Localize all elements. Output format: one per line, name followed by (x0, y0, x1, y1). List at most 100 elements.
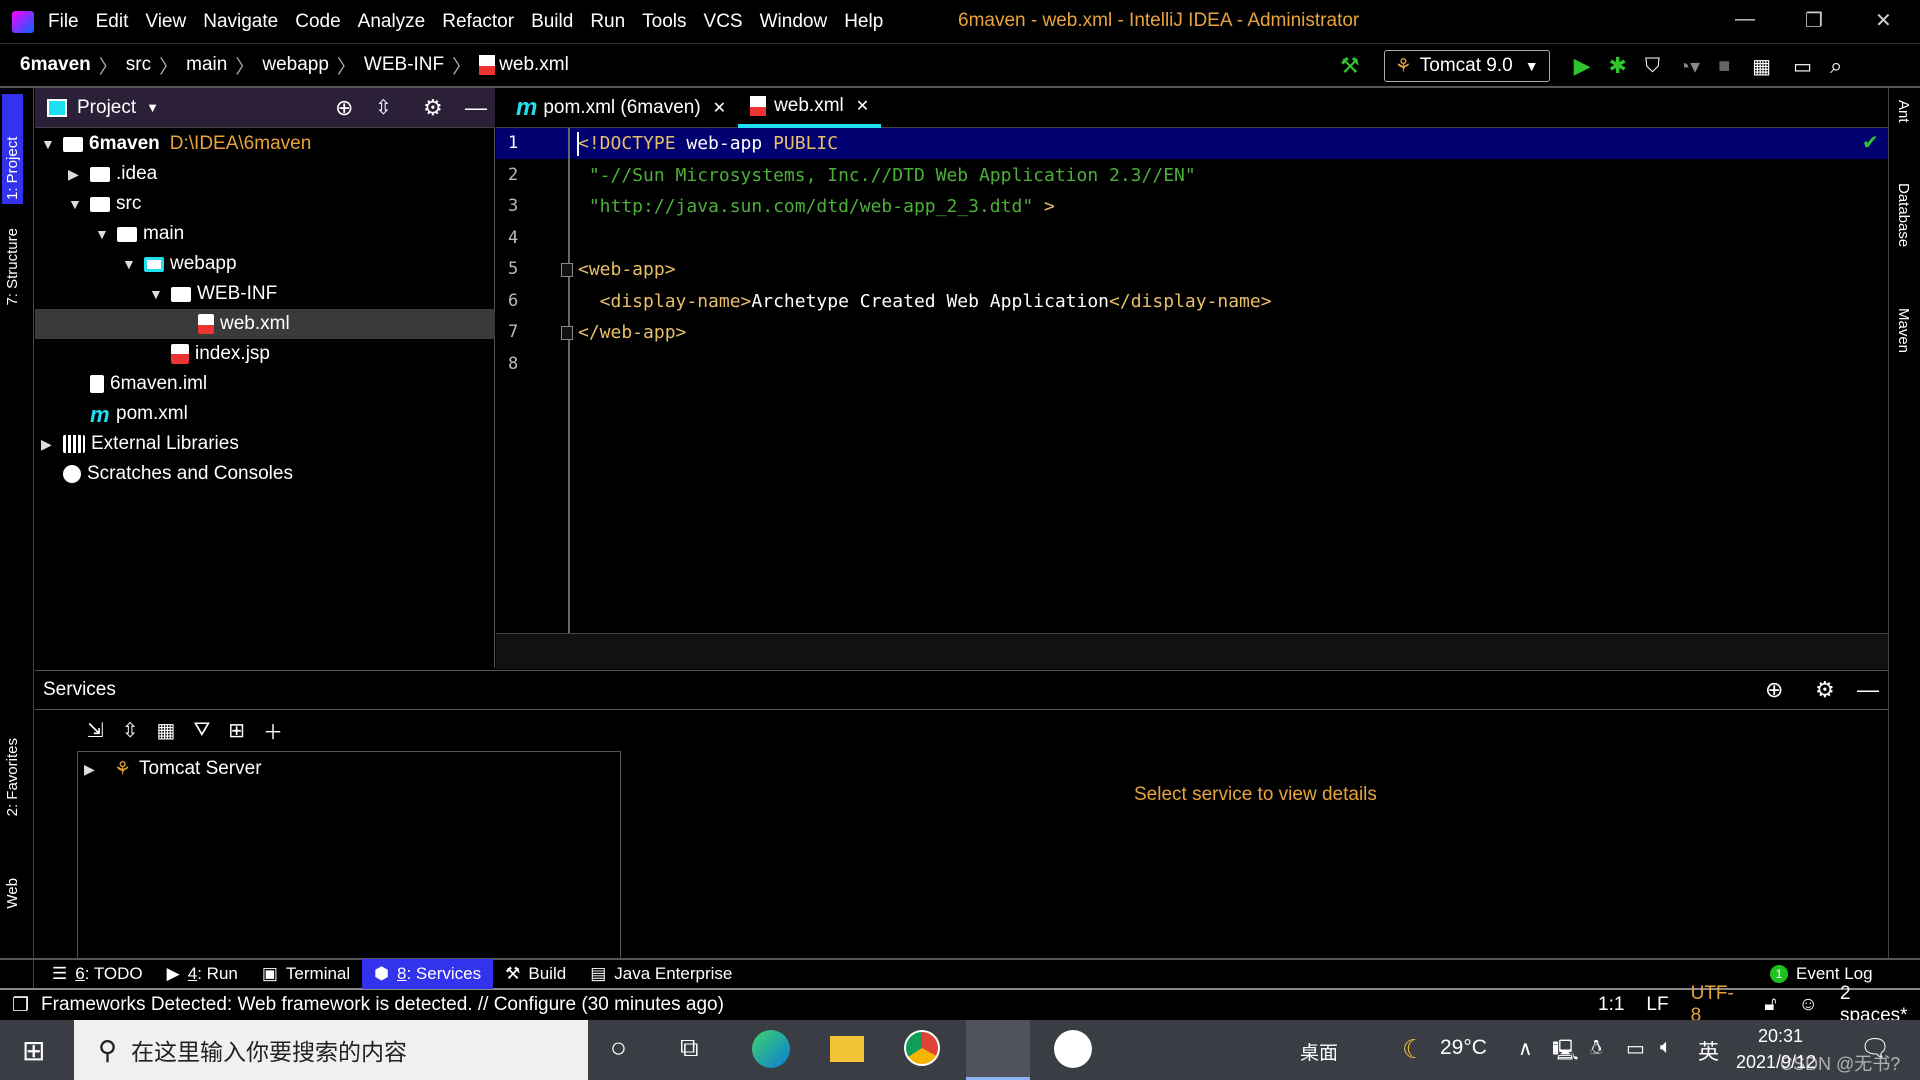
tree-item--idea[interactable]: ▶ .idea (35, 159, 495, 189)
stop-icon[interactable]: ■ (1718, 55, 1730, 78)
menu-help[interactable]: Help (844, 11, 883, 33)
weather-text[interactable]: 29°C (1440, 1036, 1487, 1060)
restore-button[interactable]: ❐ (1805, 8, 1823, 33)
tool-window-services[interactable]: ⬢ 8: Services (362, 959, 494, 989)
coverage-icon[interactable]: ⛉ (1645, 55, 1660, 78)
breadcrumb-item[interactable]: 6maven (20, 54, 91, 76)
stripe-favorites[interactable]: 2: Favorites (4, 738, 21, 816)
chevron-down-icon[interactable]: ▼ (146, 100, 159, 115)
gear-icon[interactable]: ⚙ (1815, 677, 1835, 703)
tab-pom-xml[interactable]: m pom.xml (6maven) ✕ (504, 88, 738, 128)
locate-icon[interactable]: ⊕ (335, 95, 353, 121)
windows-start-icon[interactable]: ⊞ (22, 1034, 45, 1067)
close-tab-icon[interactable]: ✕ (856, 96, 869, 116)
build-hammer-icon[interactable]: ⚒ (1340, 53, 1360, 79)
fold-marker-icon[interactable] (561, 263, 573, 277)
breadcrumb-item[interactable]: main (186, 54, 227, 76)
inspector-icon[interactable]: ☺ (1799, 994, 1818, 1016)
battery-icon[interactable]: ▭ (1626, 1036, 1645, 1061)
line-separator[interactable]: LF (1646, 994, 1668, 1016)
collapse-all-icon[interactable]: ⇳ (375, 95, 392, 120)
new-tab-icon[interactable]: ⊞ (228, 718, 245, 743)
code-editor[interactable]: <!DOCTYPE web-app PUBLIC "-//Sun Microsy… (561, 128, 1888, 633)
menu-file[interactable]: File (48, 11, 79, 33)
status-message[interactable]: Frameworks Detected: Web framework is de… (41, 994, 724, 1016)
tool-window-terminal[interactable]: ▣ Terminal (250, 959, 362, 989)
desktop-toolbar[interactable]: 桌面 (1300, 1038, 1338, 1065)
caret-position[interactable]: 1:1 (1598, 994, 1624, 1016)
tray-chevron-icon[interactable]: ∧ (1518, 1036, 1533, 1061)
expand-arrow-icon[interactable]: ▶ (84, 761, 106, 778)
tree-item-tomcat-server[interactable]: ▶ ⚘ Tomcat Server (84, 754, 262, 784)
menu-view[interactable]: View (145, 11, 186, 33)
app-taskbar-icon[interactable] (1054, 1030, 1092, 1068)
collapse-all-icon[interactable]: ⇳ (122, 718, 139, 743)
tree-item-web-xml[interactable]: web.xml (35, 309, 495, 339)
collapse-arrow-icon[interactable]: ▼ (41, 136, 63, 152)
collapse-arrow-icon[interactable]: ▼ (68, 196, 90, 212)
collapse-arrow-icon[interactable]: ▼ (149, 286, 171, 302)
hide-icon[interactable]: — (1857, 677, 1879, 703)
expand-arrow-icon[interactable]: ▶ (41, 436, 63, 453)
stripe-ant[interactable]: Ant (1895, 100, 1912, 123)
notification-icon[interactable]: 🗨︎ (1860, 1034, 1890, 1063)
ime-indicator[interactable]: 英 (1698, 1036, 1719, 1066)
chrome-icon[interactable] (904, 1030, 940, 1066)
cortana-icon[interactable]: ○ (610, 1032, 627, 1064)
menu-code[interactable]: Code (295, 11, 340, 33)
clock-time[interactable]: 20:31 (1758, 1026, 1803, 1047)
run-icon[interactable]: ▶ (1574, 53, 1591, 79)
menu-tools[interactable]: Tools (642, 11, 686, 33)
hide-icon[interactable]: — (465, 95, 487, 121)
tree-item-webapp[interactable]: ▼ webapp (35, 249, 495, 279)
volume-icon[interactable]: 🔈︎ (1660, 1036, 1672, 1059)
search-icon[interactable]: ⌕ (1830, 53, 1842, 79)
qq-icon[interactable]: 🐧︎ (1590, 1036, 1602, 1062)
expand-all-icon[interactable]: ⇲ (87, 718, 104, 743)
breadcrumb-item[interactable]: web.xml (499, 54, 569, 76)
stripe-web[interactable]: Web (4, 878, 21, 909)
tree-item-src[interactable]: ▼ src (35, 189, 495, 219)
tool-window-todo[interactable]: ☰ 6: TODO (40, 959, 155, 989)
terminal-icon[interactable]: ▭ (1793, 54, 1812, 79)
menu-refactor[interactable]: Refactor (442, 11, 514, 33)
menu-analyze[interactable]: Analyze (358, 11, 426, 33)
debug-icon[interactable]: ✱ (1609, 53, 1627, 79)
close-tab-icon[interactable]: ✕ (713, 98, 726, 118)
locate-icon[interactable]: ⊕ (1765, 677, 1783, 703)
tree-item-pom-xml[interactable]: m pom.xml (35, 399, 495, 429)
tree-item-external-libraries[interactable]: ▶ External Libraries (35, 429, 495, 459)
stripe-project[interactable]: 1: Project (2, 94, 23, 204)
horizontal-scrollbar[interactable] (496, 633, 1888, 669)
menu-edit[interactable]: Edit (96, 11, 129, 33)
project-view-selector[interactable]: Project (77, 97, 136, 119)
menu-window[interactable]: Window (760, 11, 828, 33)
menu-vcs[interactable]: VCS (704, 11, 743, 33)
edge-icon[interactable] (752, 1030, 790, 1068)
project-structure-icon[interactable]: ▦ (1752, 54, 1771, 79)
tree-item-index-jsp[interactable]: index.jsp (35, 339, 495, 369)
expand-arrow-icon[interactable]: ▶ (68, 166, 90, 183)
collapse-arrow-icon[interactable]: ▼ (95, 226, 117, 242)
group-icon[interactable]: ▦ (157, 718, 176, 743)
tree-item-6maven[interactable]: ▼ 6maven D:\IDEA\6maven (35, 129, 495, 159)
menu-navigate[interactable]: Navigate (203, 11, 278, 33)
breadcrumb-item[interactable]: src (126, 54, 151, 76)
filter-icon[interactable]: ⛛ (193, 719, 210, 742)
tool-window-run[interactable]: ▶ 4: Run (155, 959, 250, 989)
tool-window-javaenterprise[interactable]: ▤ Java Enterprise (578, 959, 744, 989)
run-config-select[interactable]: ⚘ Tomcat 9.0 ▼ (1383, 50, 1550, 82)
stripe-maven[interactable]: Maven (1895, 308, 1912, 353)
task-view-icon[interactable]: ⧉ (680, 1032, 699, 1064)
tree-item-web-inf[interactable]: ▼ WEB-INF (35, 279, 495, 309)
menu-run[interactable]: Run (590, 11, 625, 33)
intellij-taskbar-icon[interactable] (966, 1020, 1030, 1080)
profile-icon[interactable]: ◔▾ (1678, 54, 1700, 79)
breadcrumb-item[interactable]: webapp (262, 54, 329, 76)
tab-web-xml[interactable]: web.xml ✕ (738, 88, 882, 128)
file-explorer-icon[interactable] (830, 1036, 864, 1062)
tree-item-main[interactable]: ▼ main (35, 219, 495, 249)
collapse-arrow-icon[interactable]: ▼ (122, 256, 144, 272)
add-icon[interactable]: ＋ (263, 716, 283, 745)
tree-item-scratches-and-consoles[interactable]: Scratches and Consoles (35, 459, 495, 489)
